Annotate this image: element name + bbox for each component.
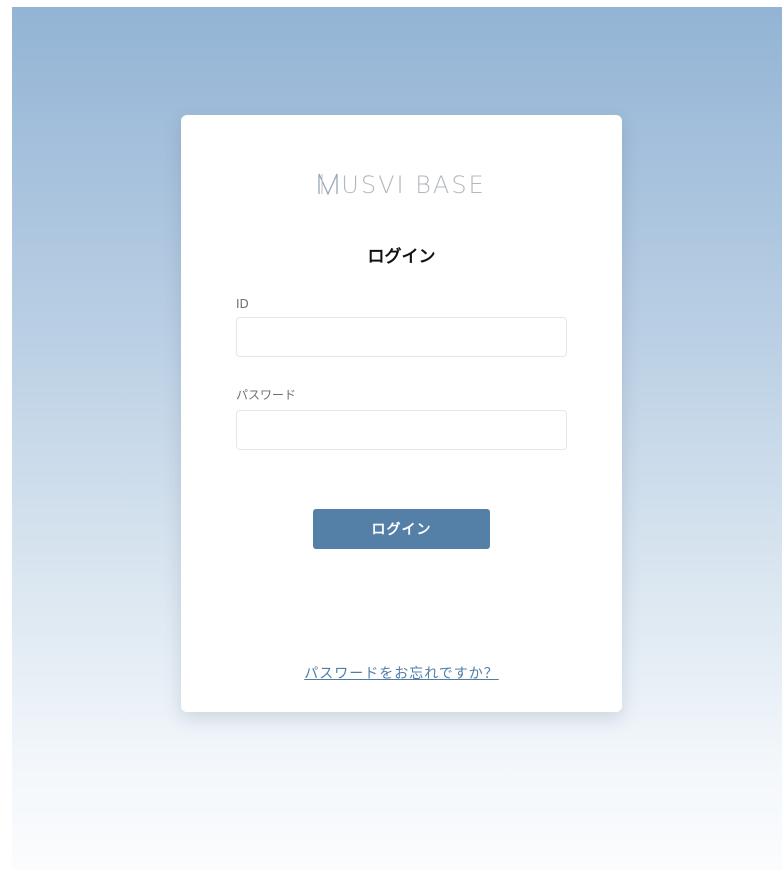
login-card: USVI BASE ログイン ID パスワード ログイン パスワードをお忘れです… [181,115,622,712]
id-input[interactable] [236,317,567,357]
password-input[interactable] [236,410,567,450]
logo: USVI BASE [181,170,622,200]
id-label: ID [236,297,249,311]
logo-text: USVI BASE [341,171,486,199]
forgot-password-wrapper: パスワードをお忘れですか？ [181,664,622,684]
page-title: ログイン [367,247,436,267]
password-label: パスワード [236,388,297,402]
page-background: USVI BASE ログイン ID パスワード ログイン パスワードをお忘れです… [12,7,782,870]
login-button[interactable]: ログイン [313,509,490,549]
forgot-password-link[interactable]: パスワードをお忘れですか？ [304,666,499,682]
m-logo-icon [317,172,339,196]
